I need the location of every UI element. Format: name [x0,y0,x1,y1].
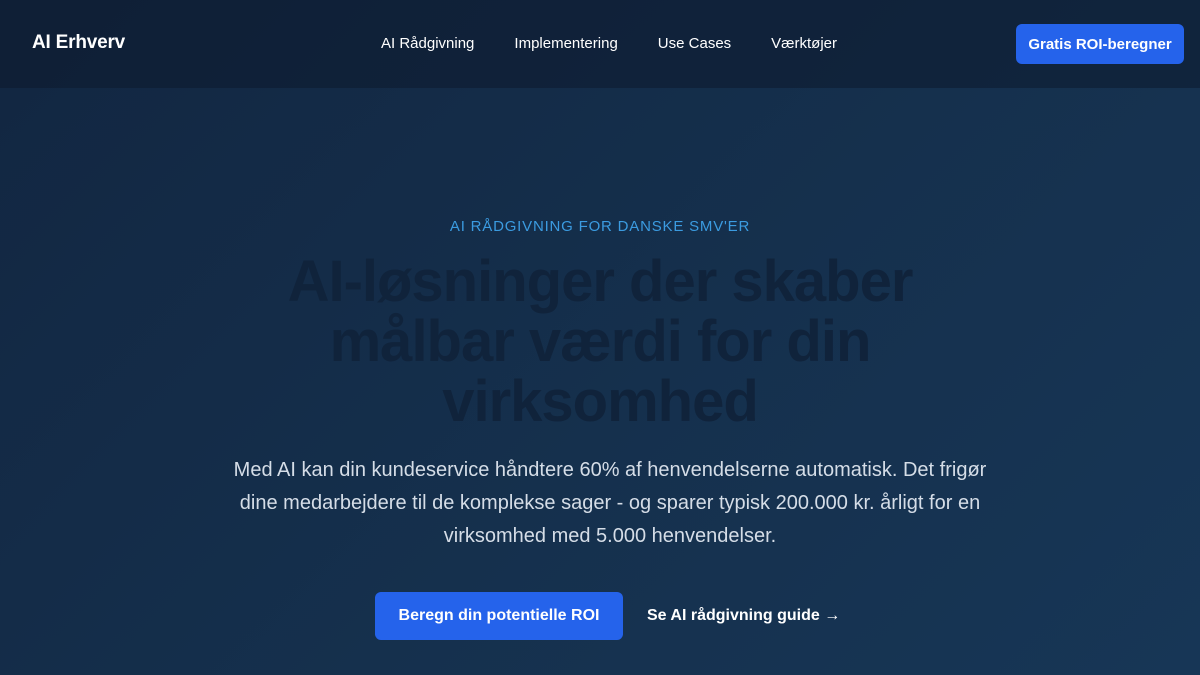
hero-eyebrow: AI RÅDGIVNING FOR DANSKE SMV'ER [449,218,751,235]
nav-item-vaerktojer[interactable]: Værktøjer [771,35,837,52]
nav-item-ai-radgivning[interactable]: AI Rådgivning [381,35,474,52]
guide-link[interactable]: Se AI rådgivning guide → [647,607,840,625]
hero-lead: Med AI kan din kundeservice håndtere 60%… [233,459,987,547]
site-header: AI Erhverv AI Rådgivning Implementering … [0,0,1200,88]
calculate-roi-button[interactable]: Beregn din potentielle ROI [375,592,623,640]
logo[interactable]: AI Erhverv [32,32,125,54]
roi-calculator-button[interactable]: Gratis ROI-beregner [1016,24,1184,64]
nav-item-use-cases[interactable]: Use Cases [658,35,731,52]
hero-section: AI RÅDGIVNING FOR DANSKE SMV'ER AI-løsni… [0,88,1200,675]
main-nav: AI Rådgivning Implementering Use Cases V… [381,35,837,52]
hero-headline: AI-løsninger der skaber målbar værdi for… [287,249,914,434]
nav-item-implementering[interactable]: Implementering [514,35,617,52]
